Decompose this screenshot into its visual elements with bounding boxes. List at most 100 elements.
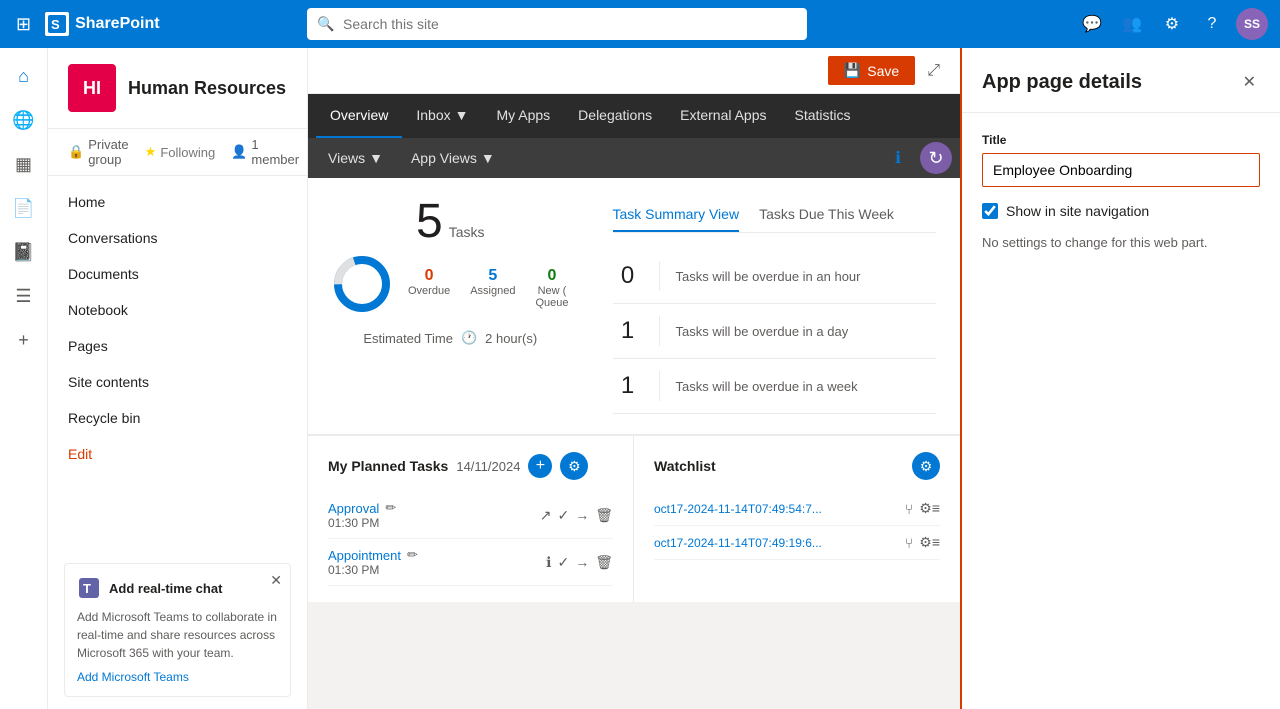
info-button[interactable]: ℹ (884, 144, 912, 172)
sub-nav: Views ▼ App Views ▼ ℹ ↻ (308, 138, 960, 178)
help-icon[interactable]: ? (1196, 8, 1228, 40)
save-button[interactable]: 💾 Save (828, 56, 915, 85)
add-teams-link[interactable]: Add Microsoft Teams (77, 670, 278, 684)
edit-icon[interactable]: ✏ (385, 500, 396, 516)
share-icon[interactable]: 👥 (1116, 8, 1148, 40)
edit-icon[interactable]: ✏ (407, 547, 418, 563)
notification-body: Add Microsoft Teams to collaborate in re… (77, 608, 278, 662)
task-section: 5 Tasks 0 Overdue (308, 178, 960, 435)
settings-icon[interactable]: ⚙ (1156, 8, 1188, 40)
forward-icon[interactable]: → (575, 507, 589, 523)
top-bar-actions: 💬 👥 ⚙ ? SS (1076, 8, 1268, 40)
nav-conversations[interactable]: Conversations (48, 220, 307, 256)
waffle-icon[interactable]: ⊞ (12, 10, 35, 39)
check-icon[interactable]: ✓ (557, 554, 569, 571)
comment-icon[interactable]: 💬 (1076, 8, 1108, 40)
avatar[interactable]: SS (1236, 8, 1268, 40)
sub-nav-app-views[interactable]: App Views ▼ (399, 138, 507, 178)
nav-overview[interactable]: Overview (316, 94, 402, 138)
views-dropdown-icon: ▼ (369, 150, 383, 166)
notification-card: ✕ T Add real-time chat Add Microsoft Tea… (64, 563, 291, 697)
show-navigation-checkbox[interactable] (982, 203, 998, 219)
rail-list-icon[interactable]: ☰ (4, 276, 44, 316)
planned-tasks-header: My Planned Tasks 14/11/2024 + ⚙ (328, 452, 613, 480)
tab-task-summary[interactable]: Task Summary View (613, 198, 740, 232)
nav-documents[interactable]: Documents (48, 256, 307, 292)
inbox-dropdown-icon: ▼ (455, 107, 469, 123)
add-task-button[interactable]: + (528, 454, 552, 478)
task-view-area: Task Summary View Tasks Due This Week 0 … (593, 198, 937, 414)
expand-button[interactable]: ⤢ (923, 58, 944, 84)
nav-edit[interactable]: Edit (48, 436, 307, 472)
tab-tasks-due[interactable]: Tasks Due This Week (759, 198, 894, 232)
app-views-dropdown-icon: ▼ (481, 150, 495, 166)
task-item-name[interactable]: Approval (328, 501, 379, 516)
rail-grid-icon[interactable]: ▦ (4, 144, 44, 184)
rail-add-icon[interactable]: + (4, 320, 44, 360)
left-rail: ⌂ 🌐 ▦ 📄 📓 ☰ + (0, 48, 48, 709)
notification-close[interactable]: ✕ (270, 572, 282, 589)
nav-statistics[interactable]: Statistics (781, 94, 865, 138)
gear-list-icon[interactable]: ⚙≡ (919, 500, 940, 517)
branch-icon[interactable]: ⑂ (905, 501, 913, 517)
nav-my-apps[interactable]: My Apps (482, 94, 564, 138)
watchlist-settings[interactable]: ⚙ (912, 452, 940, 480)
title-field-label: Title (982, 133, 1260, 147)
stat-new-queue: 0 New (Queue (535, 267, 568, 309)
search-bar: 🔍 (307, 8, 807, 40)
planned-tasks-settings[interactable]: ⚙ (560, 452, 588, 480)
clock-icon: 🕐 (461, 330, 477, 346)
delete-icon[interactable]: 🗑 (595, 507, 613, 524)
sub-nav-actions: ℹ ↻ (884, 142, 952, 174)
notification-title: T Add real-time chat (77, 576, 278, 600)
nav-site-contents[interactable]: Site contents (48, 364, 307, 400)
task-item-info: Appointment ✏ 01:30 PM (328, 547, 546, 577)
forward-icon[interactable]: → (575, 554, 589, 570)
task-header: 5 Tasks 0 Overdue (332, 198, 936, 414)
search-input[interactable] (307, 8, 807, 40)
task-rows: 0 Tasks will be overdue in an hour 1 Tas… (613, 249, 937, 414)
show-navigation-label[interactable]: Show in site navigation (1006, 203, 1149, 219)
gear-list-icon[interactable]: ⚙≡ (919, 534, 940, 551)
external-link-icon[interactable]: ↗ (540, 507, 552, 524)
refresh-button[interactable]: ↻ (920, 142, 952, 174)
task-row: 1 Tasks will be overdue in a day (613, 304, 937, 359)
task-count-display: 5 Tasks (416, 198, 485, 246)
task-item-name[interactable]: Appointment (328, 548, 401, 563)
nav-notebook[interactable]: Notebook (48, 292, 307, 328)
task-tabs: Task Summary View Tasks Due This Week (613, 198, 937, 233)
main-layout: HI Human Resources 🔒 Private group ★ Fol… (48, 48, 1280, 709)
rail-doc-icon[interactable]: 📄 (4, 188, 44, 228)
watchlist-actions: ⑂ ⚙≡ (905, 500, 940, 517)
site-title: Human Resources (128, 78, 286, 99)
rail-notebook-icon[interactable]: 📓 (4, 232, 44, 272)
nav-links: Home Conversations Documents Notebook Pa… (48, 176, 307, 551)
following-status[interactable]: ★ Following (145, 144, 216, 160)
app-logo[interactable]: S SharePoint (45, 12, 159, 36)
info-icon[interactable]: ℹ (546, 554, 551, 571)
sub-nav-views[interactable]: Views ▼ (316, 138, 395, 178)
task-row: 1 Tasks will be overdue in a week (613, 359, 937, 414)
rail-home-icon[interactable]: ⌂ (4, 56, 44, 96)
site-meta: 🔒 Private group ★ Following 👤 1 member (48, 129, 307, 176)
task-stats: 0 Overdue 5 Assigned 0 New (Queue (408, 267, 569, 309)
delete-icon[interactable]: 🗑 (595, 554, 613, 571)
planned-tasks: My Planned Tasks 14/11/2024 + ⚙ Approval… (308, 436, 634, 602)
branch-icon[interactable]: ⑂ (905, 535, 913, 551)
private-group: 🔒 Private group (68, 137, 129, 167)
nav-home[interactable]: Home (48, 184, 307, 220)
nav-delegations[interactable]: Delegations (564, 94, 666, 138)
task-count-area: 5 Tasks 0 Overdue (332, 198, 569, 346)
task-item-actions: ↗ ✓ → 🗑 (540, 507, 613, 524)
title-field-input[interactable] (982, 153, 1260, 187)
nav-inbox[interactable]: Inbox ▼ (402, 94, 482, 138)
task-item-info: Approval ✏ 01:30 PM (328, 500, 540, 530)
nav-recycle-bin[interactable]: Recycle bin (48, 400, 307, 436)
svg-text:T: T (83, 581, 91, 596)
nav-external-apps[interactable]: External Apps (666, 94, 780, 138)
panel-close-button[interactable]: ✕ (1239, 68, 1260, 96)
rail-globe-icon[interactable]: 🌐 (4, 100, 44, 140)
panel-title: App page details (982, 71, 1142, 94)
nav-pages[interactable]: Pages (48, 328, 307, 364)
check-icon[interactable]: ✓ (557, 507, 569, 524)
